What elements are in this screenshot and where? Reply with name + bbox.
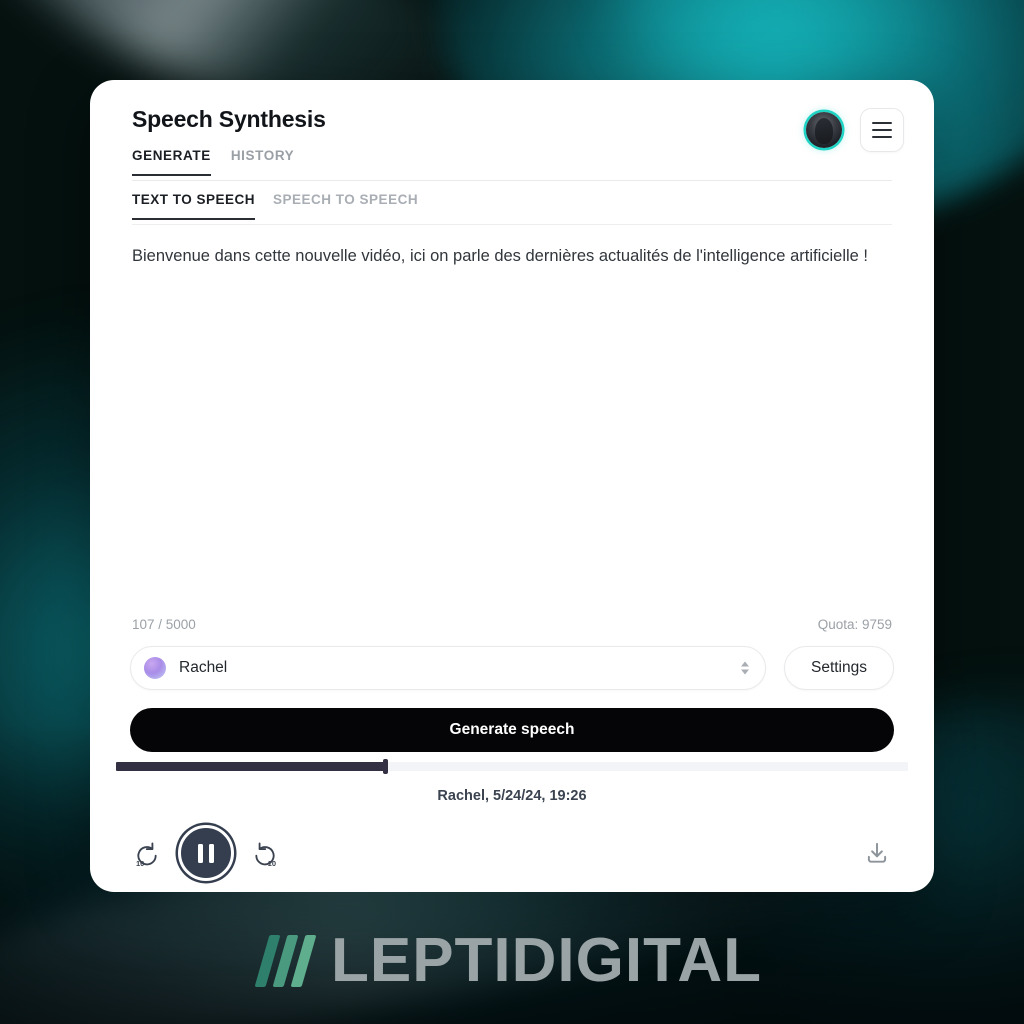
- header-actions: [806, 108, 904, 152]
- character-counter: 107 / 5000: [132, 617, 196, 632]
- tabs-divider: [132, 224, 892, 225]
- voice-avatar-icon: [144, 657, 166, 679]
- secondary-tabs: TEXT TO SPEECH SPEECH TO SPEECH: [132, 192, 418, 220]
- pause-icon[interactable]: [178, 825, 234, 881]
- audio-progress-bar[interactable]: [116, 758, 908, 774]
- transport-left-group: 10 10: [130, 825, 282, 881]
- menu-line-2: [872, 129, 892, 131]
- progress-thumb[interactable]: [383, 758, 389, 774]
- pause-bar-1: [198, 843, 203, 863]
- progress-track[interactable]: [116, 758, 908, 774]
- quota-label: Quota: 9759: [817, 617, 892, 632]
- download-icon[interactable]: [860, 836, 894, 870]
- forward-10-icon[interactable]: 10: [248, 836, 282, 870]
- tab-history[interactable]: HISTORY: [231, 148, 294, 176]
- pause-bar-2: [209, 843, 214, 863]
- voice-name-label: Rachel: [179, 659, 228, 676]
- hamburger-menu-icon[interactable]: [860, 108, 904, 152]
- menu-line-1: [872, 122, 892, 124]
- chevron-down-icon: [740, 669, 749, 675]
- user-avatar[interactable]: [806, 112, 842, 148]
- editor-meta-row: 107 / 5000 Quota: 9759: [132, 617, 892, 632]
- progress-fill: [116, 761, 386, 771]
- menu-line-3: [872, 136, 892, 138]
- tab-generate[interactable]: GENERATE: [132, 148, 211, 176]
- track-label: Rachel, 5/24/24, 19:26: [437, 788, 587, 804]
- settings-button[interactable]: Settings: [783, 646, 894, 690]
- tab-text-to-speech[interactable]: TEXT TO SPEECH: [132, 192, 256, 220]
- chevron-updown-icon: [740, 661, 749, 675]
- screenshot-root: Speech Synthesis GENERATE HISTORY TEXT T…: [0, 0, 1024, 1024]
- page-title: Speech Synthesis: [132, 106, 326, 132]
- voice-select[interactable]: Rachel: [130, 646, 766, 690]
- text-input-area[interactable]: Bienvenue dans cette nouvelle vidéo, ici…: [132, 242, 892, 624]
- transport-controls: 10 10: [130, 822, 894, 884]
- tab-speech-to-speech[interactable]: SPEECH TO SPEECH: [273, 192, 418, 220]
- forward-seconds-label: 10: [267, 859, 276, 868]
- rewind-seconds-label: 10: [136, 859, 145, 868]
- card-header: Speech Synthesis: [132, 106, 904, 152]
- primary-tabs: GENERATE HISTORY: [132, 148, 294, 176]
- generate-speech-button[interactable]: Generate speech: [130, 708, 894, 752]
- chevron-up-icon: [740, 661, 749, 667]
- rewind-10-icon[interactable]: 10: [130, 836, 164, 870]
- speech-synthesis-card: Speech Synthesis GENERATE HISTORY TEXT T…: [90, 80, 934, 892]
- header-divider: [132, 180, 892, 181]
- voice-row: Rachel Settings: [130, 646, 894, 690]
